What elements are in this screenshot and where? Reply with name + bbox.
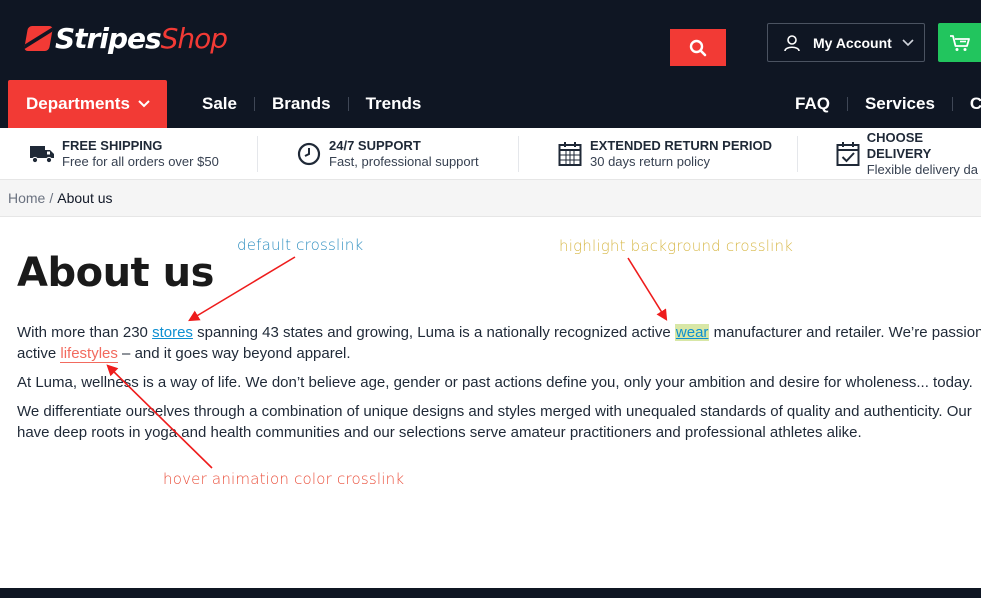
departments-button[interactable]: Departments: [8, 80, 167, 128]
stores-crosslink[interactable]: stores: [152, 324, 193, 341]
feature-title: CHOOSE DELIVERY: [866, 130, 932, 161]
annotation-highlight-crosslink: highlight background crosslink: [559, 237, 794, 255]
feature-subtitle: 30 days return policy: [590, 154, 710, 169]
nav-item-faq[interactable]: FAQ: [778, 94, 847, 114]
logo-text-stripes: Stripes: [55, 22, 162, 55]
logo-mark-icon: [23, 26, 54, 51]
paragraph-text: manufacturer and retailer. We’re passion…: [709, 324, 981, 341]
features-bar: FREE SHIPPING Free for all orders over $…: [0, 128, 981, 180]
departments-label: Departments: [26, 94, 130, 113]
nav-item-sale[interactable]: Sale: [185, 94, 254, 114]
differentiate-paragraph: We differentiate ourselves through a com…: [17, 401, 981, 443]
cart-icon: [950, 34, 970, 51]
breadcrumb: Home / About us: [0, 180, 981, 217]
nav-item-brands[interactable]: Brands: [255, 94, 348, 114]
chevron-down-icon: [902, 38, 914, 46]
nav-item-contact[interactable]: Co: [953, 94, 981, 114]
feature-divider: [797, 136, 798, 172]
clock-icon: [295, 140, 323, 168]
breadcrumb-separator: /: [49, 190, 54, 206]
breadcrumb-home-link[interactable]: Home: [8, 190, 45, 206]
truck-icon: [28, 140, 56, 168]
secondary-nav: FAQ Services Co: [778, 80, 981, 128]
feature-divider: [518, 136, 519, 172]
paragraph-text: spanning 43 states and growing, Luma is …: [192, 324, 675, 341]
logo-text-shop: Shop: [160, 22, 228, 55]
intro-paragraph: With more than 230 stores spanning 43 st…: [17, 322, 981, 364]
feature-subtitle: Free for all orders over $50: [62, 154, 219, 169]
my-account-label: My Account: [813, 34, 892, 51]
annotation-default-crosslink: default crosslink: [237, 236, 364, 254]
user-icon: [784, 34, 800, 51]
feature-title: 24/7 SUPPORT: [329, 138, 421, 153]
main-nav: Sale Brands Trends: [185, 80, 438, 128]
feature-title: EXTENDED RETURN PERIOD: [590, 138, 773, 153]
feature-divider: [257, 136, 258, 172]
footer-bar: [0, 588, 981, 598]
feature-subtitle: Flexible delivery da: [866, 162, 978, 177]
paragraph-text: With more than 230: [17, 324, 153, 341]
feature-delivery: CHOOSE DELIVERY Flexible delivery da: [835, 128, 981, 180]
cart-button[interactable]: [938, 23, 981, 62]
wear-crosslink[interactable]: wear: [674, 324, 710, 341]
chevron-down-icon: [138, 100, 150, 108]
nav-item-services[interactable]: Services: [848, 94, 952, 114]
my-account-button[interactable]: My Account: [767, 23, 925, 62]
paragraph-line: We differentiate ourselves through a com…: [17, 403, 972, 420]
breadcrumb-current: About us: [57, 190, 113, 206]
search-icon: [689, 39, 707, 56]
arrow-to-wear-link: [627, 257, 668, 321]
nav-item-trends[interactable]: Trends: [349, 94, 439, 114]
site-logo[interactable]: StripesShop: [23, 22, 228, 55]
feature-free-shipping: FREE SHIPPING Free for all orders over $…: [28, 128, 219, 180]
feature-subtitle: Fast, professional support: [329, 154, 479, 169]
lifestyles-crosslink[interactable]: lifestyles: [60, 345, 118, 363]
wellness-paragraph: At Luma, wellness is a way of life. We d…: [17, 374, 973, 391]
paragraph-text: active: [17, 345, 61, 362]
search-button[interactable]: [670, 29, 726, 66]
feature-support: 24/7 SUPPORT Fast, professional support: [295, 128, 479, 180]
site-header: StripesShop My Account Departments Sale …: [0, 0, 981, 128]
paragraph-text: – and it goes way beyond apparel.: [117, 345, 351, 362]
annotation-hover-crosslink: hover animation color crosslink: [163, 470, 405, 488]
page-title: About us: [17, 250, 214, 296]
feature-return-period: EXTENDED RETURN PERIOD 30 days return po…: [556, 128, 772, 180]
feature-title: FREE SHIPPING: [62, 138, 163, 153]
calendar-check-icon: [835, 140, 861, 168]
paragraph-line: have deep roots in yoga and health commu…: [17, 424, 862, 441]
calendar-icon: [556, 140, 584, 168]
